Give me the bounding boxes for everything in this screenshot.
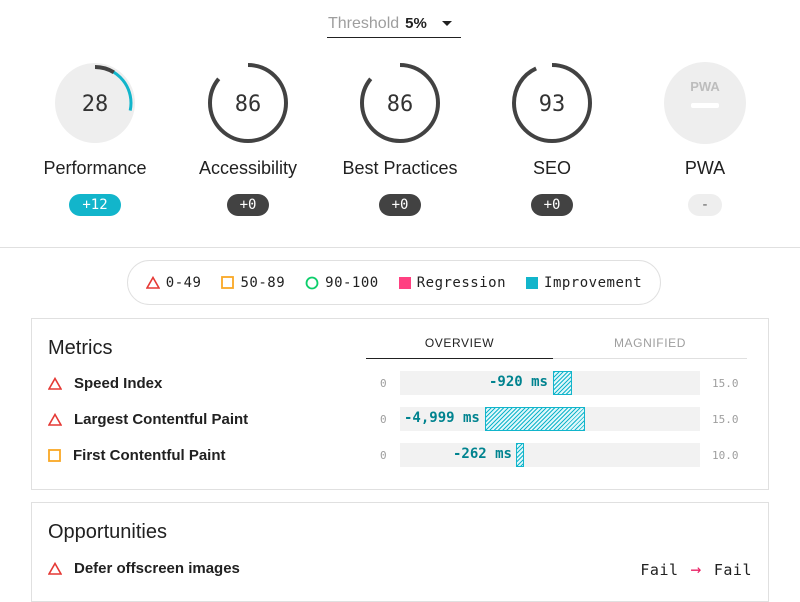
delta-badge: +0 xyxy=(531,194,573,216)
arrow-right-icon: → xyxy=(690,559,702,580)
section-divider xyxy=(0,247,800,248)
gauge-name: Best Practices xyxy=(342,158,458,178)
gauge-performance[interactable]: 28 Performance +12 xyxy=(20,60,170,216)
status-to: Fail xyxy=(713,560,752,579)
metric-row-fcp[interactable]: First Contentful Paint xyxy=(48,443,226,467)
triangle-warning-icon xyxy=(48,412,62,426)
pwa-icon: PWA xyxy=(664,62,746,144)
threshold-label: Threshold xyxy=(328,14,400,32)
opportunity-row[interactable]: Defer offscreen images xyxy=(48,556,240,580)
delta-badge: +0 xyxy=(227,194,269,216)
delta-badge: - xyxy=(688,194,722,216)
square-average-icon xyxy=(48,448,61,462)
opportunity-label: Defer offscreen images xyxy=(74,559,240,577)
gauge-accessibility-ring: 86 xyxy=(208,63,288,143)
scale-max: 10.0 xyxy=(712,449,739,462)
delta-badge: +12 xyxy=(69,194,121,216)
metric-bar-track: -262 ms xyxy=(400,443,700,467)
legend-regression-label: Regression xyxy=(416,274,507,291)
scale-max: 15.0 xyxy=(712,377,739,390)
scale-max: 15.0 xyxy=(712,413,739,426)
metric-delta: -262 ms xyxy=(452,446,512,462)
opportunities-card: Opportunities Defer offscreen images Fai… xyxy=(31,502,769,602)
gauge-seo-ring: 93 xyxy=(512,63,592,143)
metric-delta: -920 ms xyxy=(488,374,548,390)
metric-label: First Contentful Paint xyxy=(73,446,226,464)
gauge-best-practices[interactable]: 86 Best Practices +0 xyxy=(325,60,475,216)
gauge-seo[interactable]: 93 SEO +0 xyxy=(477,60,627,216)
circle-pass-icon xyxy=(305,276,319,289)
scale-min: 0 xyxy=(380,377,387,390)
gauge-name: Accessibility xyxy=(198,158,298,178)
tab-overview[interactable]: OVERVIEW xyxy=(366,333,553,359)
metric-row-speed-index[interactable]: Speed Index xyxy=(48,371,162,395)
pwa-mark: PWA xyxy=(690,79,720,94)
metric-bar-track: -920 ms xyxy=(400,371,700,395)
triangle-warning-icon xyxy=(145,276,160,289)
gauge-pwa[interactable]: PWA PWA - xyxy=(630,60,780,216)
metrics-tabs: OVERVIEW MAGNIFIED xyxy=(366,333,747,359)
gauge-name: SEO xyxy=(532,158,571,178)
scale-min: 0 xyxy=(380,413,387,426)
improvement-swatch-icon xyxy=(526,276,539,289)
legend-pass-label: 90-100 xyxy=(325,274,379,291)
gauge-score: 86 xyxy=(235,92,262,117)
legend-improvement: Improvement xyxy=(526,275,642,291)
gauge-score: 93 xyxy=(539,92,566,117)
chevron-down-icon xyxy=(441,21,452,26)
legend-fail: 0-49 xyxy=(145,274,202,291)
threshold-select[interactable]: Threshold 5% xyxy=(327,10,461,38)
opportunity-status: Fail → Fail xyxy=(640,559,752,580)
metric-row-lcp[interactable]: Largest Contentful Paint xyxy=(48,407,248,431)
legend-average-label: 50-89 xyxy=(240,274,286,291)
gauge-best-practices-ring: 86 xyxy=(360,63,440,143)
legend-improvement-label: Improvement xyxy=(544,274,643,291)
legend-pass: 90-100 xyxy=(305,275,379,291)
gauge-score: 86 xyxy=(387,92,414,117)
improvement-bar xyxy=(485,407,585,431)
metrics-card: Metrics OVERVIEW MAGNIFIED Speed Index 0… xyxy=(31,318,769,490)
triangle-warning-icon xyxy=(48,376,62,390)
legend-average: 50-89 xyxy=(221,275,285,291)
tab-magnified[interactable]: MAGNIFIED xyxy=(553,333,747,359)
improvement-bar xyxy=(516,443,524,467)
scale-min: 0 xyxy=(380,449,387,462)
regression-swatch-icon xyxy=(398,276,411,289)
threshold-value: 5% xyxy=(405,15,427,32)
triangle-warning-icon xyxy=(48,561,62,575)
square-average-icon xyxy=(221,276,235,289)
legend-fail-label: 0-49 xyxy=(165,274,202,291)
gauge-score: 28 xyxy=(82,92,109,117)
delta-badge: +0 xyxy=(379,194,421,216)
metric-label: Speed Index xyxy=(74,374,163,392)
score-legend: 0-49 50-89 90-100 Regression Improvement xyxy=(127,260,661,305)
metrics-title: Metrics xyxy=(48,337,113,359)
metric-label: Largest Contentful Paint xyxy=(74,410,249,428)
gauge-name: Performance xyxy=(43,158,147,178)
status-from: Fail xyxy=(640,560,679,579)
metric-delta: -4,999 ms xyxy=(404,410,480,426)
legend-regression: Regression xyxy=(398,274,507,291)
gauge-name: PWA xyxy=(684,158,726,178)
opportunities-title: Opportunities xyxy=(48,521,167,543)
gauge-performance-ring: 28 xyxy=(55,63,135,143)
gauge-accessibility[interactable]: 86 Accessibility +0 xyxy=(173,60,323,216)
improvement-bar xyxy=(553,371,572,395)
metric-bar-track: -4,999 ms xyxy=(400,407,700,431)
